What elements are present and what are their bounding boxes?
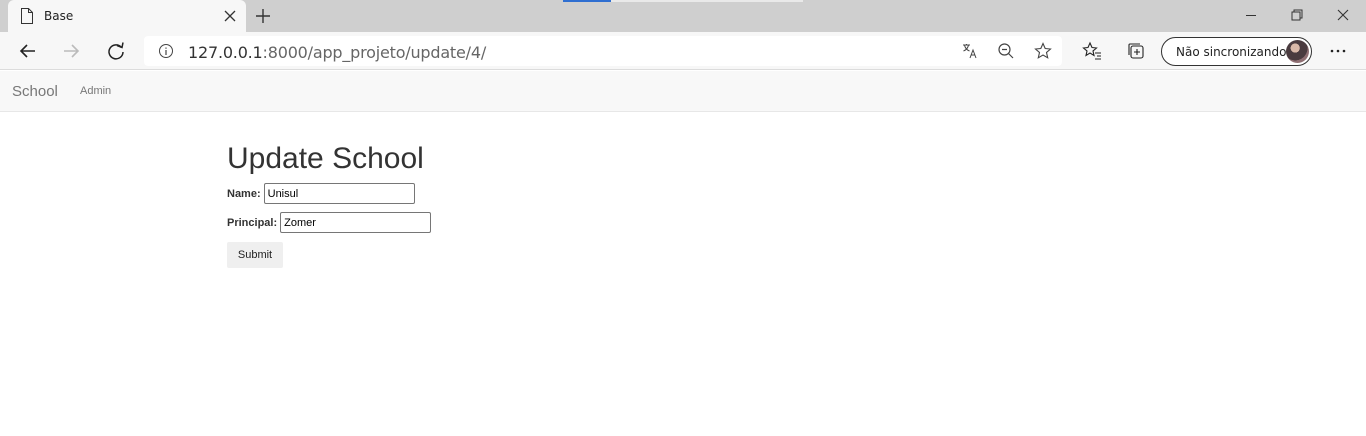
address-bar[interactable]: 127.0.0.1:8000/app_projeto/update/4/ [144,36,1062,66]
brand-link[interactable]: School [12,83,58,100]
refresh-icon[interactable] [106,41,126,61]
browser-toolbar: 127.0.0.1:8000/app_projeto/update/4/ Não… [0,32,1366,70]
update-form-container: Update School Name: Principal: Submit [227,142,432,268]
submit-button[interactable]: Submit [227,242,283,268]
back-icon[interactable] [18,41,38,61]
page-icon [21,8,33,24]
nav-admin-link[interactable]: Admin [80,85,111,97]
title-bar: Base [0,0,1366,32]
window-close-icon[interactable] [1320,0,1366,32]
site-navbar: School Admin [0,71,1366,112]
info-icon[interactable] [158,43,174,59]
minimize-icon[interactable] [1228,0,1274,32]
plus-icon[interactable] [254,7,272,25]
close-icon[interactable] [222,8,238,24]
more-icon[interactable] [1328,41,1348,61]
profile-button[interactable]: Não sincronizando [1161,37,1312,66]
browser-tab[interactable]: Base [8,0,246,32]
page-title: Update School [227,142,424,175]
principal-row: Principal: [227,212,432,233]
favorites-icon[interactable] [1082,41,1102,61]
profile-label: Não sincronizando [1176,45,1287,59]
forward-icon[interactable] [61,41,81,61]
name-row: Name: [227,183,415,204]
zoom-out-icon[interactable] [997,42,1015,60]
url-text[interactable]: 127.0.0.1:8000/app_projeto/update/4/ [188,43,486,62]
url-host: 127.0.0.1 [188,43,263,62]
principal-input[interactable] [280,212,432,233]
principal-label: Principal: [227,216,278,229]
url-path: :8000/app_projeto/update/4/ [262,43,487,62]
restore-icon[interactable] [1274,0,1320,32]
name-input[interactable] [263,183,415,204]
avatar [1286,40,1309,63]
title-bar-accent-light [611,0,803,2]
collections-icon[interactable] [1126,41,1146,61]
translate-icon[interactable] [961,42,979,60]
title-bar-accent [563,0,611,2]
tab-title: Base [44,9,74,23]
name-label: Name: [227,187,261,200]
star-icon[interactable] [1034,42,1052,60]
